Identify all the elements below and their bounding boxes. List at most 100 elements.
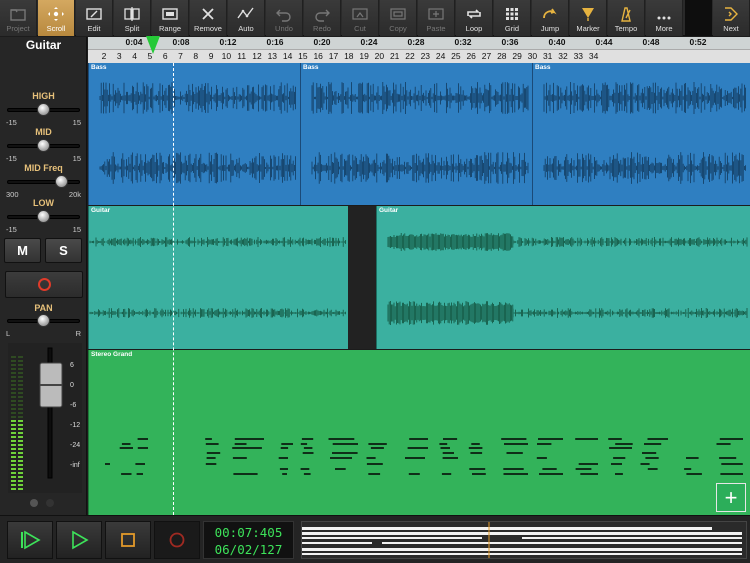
ruler-bar-number: 17 [328, 51, 339, 61]
redo-icon [312, 5, 332, 23]
ruler-bar-number: 2 [101, 51, 107, 61]
ruler-bar-number: 19 [359, 51, 369, 61]
track-lane-guitar[interactable]: Guitar Guitar [88, 206, 750, 349]
ruler-time-label: 0:36 [501, 37, 519, 47]
auto-icon [236, 5, 256, 23]
toolbar-label: Loop [465, 24, 483, 33]
timeline-ruler[interactable]: 0:04 0:08 0:12 0:16 0:20 0:24 0:28 0:32 0:36 0:40… [88, 37, 750, 63]
stop-button[interactable] [105, 521, 151, 559]
toolbar-remove-button[interactable]: Remove [190, 0, 227, 36]
toolbar-label: Range [158, 24, 182, 33]
remove-icon [198, 5, 218, 23]
toolbar-loop-button[interactable]: Loop [456, 0, 493, 36]
tempo-icon [616, 5, 636, 23]
record-arm-button[interactable] [5, 271, 83, 298]
time-position: 00:07:405 [214, 525, 283, 540]
clip[interactable]: Stereo Grand [88, 350, 750, 515]
toolbar-tempo-button[interactable]: Tempo [608, 0, 645, 36]
eq-mid-max: 15 [72, 154, 81, 163]
slider-knob[interactable] [37, 314, 50, 327]
toolbar-label: More [655, 24, 673, 33]
clip-name: Bass [91, 64, 107, 71]
bar-ruler[interactable]: 2 3 4 5 6 7 8 9 10 11 12 13 14 15 16 17 18 19 20 21 22 23 24 25… [88, 49, 750, 63]
toolbar-cut-button[interactable]: Cut [342, 0, 379, 36]
record-icon [169, 532, 185, 548]
ruler-bar-number: 18 [344, 51, 354, 61]
eq-mid-slider[interactable] [7, 139, 80, 153]
toolbar-redo-button[interactable]: Redo [304, 0, 341, 36]
play-button[interactable] [56, 521, 102, 559]
ruler-bar-number: 20 [374, 51, 385, 61]
clip[interactable]: Bass [300, 63, 532, 205]
page-dot[interactable] [46, 499, 54, 507]
ruler-bar-number: 29 [512, 51, 522, 61]
ruler-bar-number: 32 [558, 51, 568, 61]
toolbar-range-button[interactable]: Range [152, 0, 189, 36]
copy-icon [388, 5, 408, 23]
toolbar-grid-button[interactable]: Grid [494, 0, 531, 36]
ruler-bar-number: 30 [527, 51, 538, 61]
edit-icon [84, 5, 104, 23]
ruler-bar-number: 7 [178, 51, 183, 61]
slider-knob[interactable] [55, 175, 68, 188]
volume-fader-and-meter[interactable]: 6 0 -6 -12 -24 -inf [8, 343, 82, 493]
slider-knob[interactable] [37, 139, 50, 152]
ruler-bar-number: 16 [313, 51, 323, 61]
rewind-to-start-button[interactable] [7, 521, 53, 559]
eq-low-slider[interactable] [7, 210, 80, 224]
toolbar-edit-button[interactable]: Edit [76, 0, 113, 36]
clip[interactable]: Guitar [88, 206, 348, 349]
timecode-display[interactable]: 00:07:405 06/02/127 [203, 521, 294, 559]
ruler-bar-number: 28 [497, 51, 507, 61]
add-track-button[interactable]: + [716, 483, 746, 512]
toolbar-next-button[interactable]: Next [713, 0, 750, 36]
eq-mid-min: -15 [6, 154, 17, 163]
fader-scale-label: 0 [70, 382, 74, 389]
playhead-marker[interactable] [146, 36, 160, 54]
toolbar: Project Scroll Edit Split Range Remove Auto Und… [0, 0, 750, 36]
slider-knob[interactable] [37, 210, 50, 223]
toolbar-auto-button[interactable]: Auto [228, 0, 265, 36]
slider-knob[interactable] [37, 103, 50, 116]
toolbar-more-button[interactable]: More [646, 0, 683, 36]
time-ruler[interactable]: 0:04 0:08 0:12 0:16 0:20 0:24 0:28 0:32 0:36 0:40… [88, 37, 750, 49]
more-icon [654, 5, 674, 23]
clip-name: Stereo Grand [91, 351, 133, 358]
clip-name: Guitar [379, 207, 399, 214]
clip-name: Guitar [91, 207, 111, 214]
track-lane-bass[interactable]: Bass Bass Bass [88, 63, 750, 205]
song-overview[interactable] [301, 521, 747, 559]
record-button[interactable] [154, 521, 200, 559]
toolbar-scroll-button[interactable]: Scroll [38, 0, 75, 36]
toolbar-jump-button[interactable]: Jump [532, 0, 569, 36]
toolbar-paste-button[interactable]: Paste [418, 0, 455, 36]
track-lane-stereo-grand[interactable]: Stereo Grand [88, 350, 750, 515]
fader-scale-label: -6 [70, 402, 76, 409]
ruler-time-label: 0:08 [172, 37, 190, 47]
playhead-line [173, 63, 174, 515]
ruler-bar-number: 6 [162, 51, 168, 61]
toolbar-label: Project [6, 24, 30, 33]
eq-midfreq-slider[interactable] [7, 175, 80, 189]
toolbar-copy-button[interactable]: Copy [380, 0, 417, 36]
page-dot[interactable] [30, 499, 38, 507]
toolbar-project-button[interactable]: Project [0, 0, 37, 36]
toolbar-label: Redo [313, 24, 331, 33]
solo-button[interactable]: S [45, 238, 82, 263]
toolbar-label: Marker [576, 24, 600, 33]
ruler-time-label: 0:48 [642, 37, 660, 47]
mute-button[interactable]: M [4, 238, 41, 263]
eq-high-slider[interactable] [7, 103, 80, 117]
ruler-bar-number: 8 [193, 51, 199, 61]
pan-slider[interactable] [7, 314, 80, 328]
eq-low-max: 15 [72, 225, 81, 234]
ruler-bar-number: 3 [116, 51, 122, 61]
toolbar-undo-button[interactable]: Undo [266, 0, 303, 36]
clip[interactable]: Bass [88, 63, 300, 205]
toolbar-split-button[interactable]: Split [114, 0, 151, 36]
track-lanes[interactable]: Bass Bass Bass Guitar Guitar Stereo Grand [88, 63, 750, 515]
clip[interactable]: Guitar [376, 206, 750, 349]
toolbar-marker-button[interactable]: Marker [570, 0, 607, 36]
fader-scale-label: 6 [70, 362, 74, 369]
clip[interactable]: Bass [532, 63, 750, 205]
